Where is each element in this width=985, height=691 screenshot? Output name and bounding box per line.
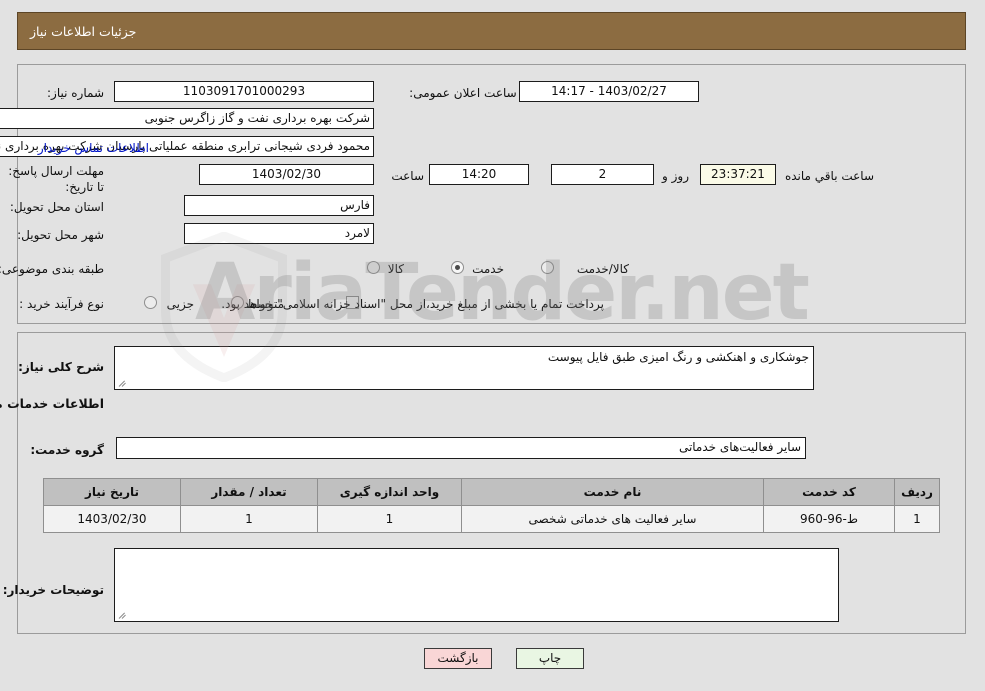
buyer-org-field[interactable]: شرکت بهره برداری نفت و گاز زاگرس جنوبی: [0, 108, 375, 129]
label-category-khedmat: خدمت: [473, 262, 505, 276]
table-header-row: ردیف کد خدمت نام خدمت واحد اندازه گیری ت…: [44, 478, 941, 506]
label-process-jozi: جزیی: [167, 297, 195, 311]
print-button[interactable]: چاپ: [517, 648, 585, 669]
countdown-timer-field: 23:37:21: [701, 164, 777, 185]
radio-category-khedmat[interactable]: [452, 261, 465, 274]
label-treasury-bond: پرداخت تمام یا بخشی از مبلغ خرید،از محل …: [222, 297, 605, 311]
general-desc-textarea[interactable]: جوشکاری و اهنکشی و رنگ امیزی طبق فایل پی…: [115, 346, 815, 390]
radio-process-jozi[interactable]: [145, 296, 158, 309]
label-process-type: نوع فرآیند خرید :: [20, 297, 105, 311]
label-service-group: گروه خدمت:: [31, 443, 105, 457]
th-row-no: ردیف: [895, 478, 941, 506]
cell-service-name: سایر فعالیت های خدماتی شخصی: [462, 505, 765, 533]
label-hour: ساعت: [392, 169, 425, 183]
radio-category-kala-khedmat[interactable]: [542, 261, 555, 274]
back-button[interactable]: بازگشت: [425, 648, 493, 669]
th-quantity: تعداد / مقدار: [181, 478, 319, 506]
label-buyer-notes: توضیحات خریدار:: [3, 583, 105, 597]
label-category-kala: کالا: [388, 262, 405, 276]
th-need-date: تاریخ نیاز: [44, 478, 182, 506]
label-city: شهر محل تحویل:: [18, 228, 105, 242]
deadline-hour-field[interactable]: 14:20: [430, 164, 530, 185]
label-days-and: روز و: [663, 169, 690, 183]
resize-grip-icon[interactable]: [119, 378, 129, 388]
label-general-desc: شرح کلی نیاز:: [19, 360, 105, 374]
buyer-contact-link[interactable]: اطلاعات تماس خریدار: [39, 141, 150, 155]
page-title: جزئیات اطلاعات نیاز: [31, 23, 138, 39]
service-group-field[interactable]: سایر فعالیت‌های خدماتی: [117, 437, 807, 459]
label-category-kala-khedmat: کالا/خدمت: [577, 262, 630, 276]
cell-need-date: 1403/02/30: [44, 505, 182, 533]
table-row: 1 ط-96-960 سایر فعالیت های خدماتی شخصی 1…: [44, 505, 941, 533]
service-group-text: سایر فعالیت‌های خدماتی: [679, 440, 802, 454]
resize-grip-icon[interactable]: [119, 610, 129, 620]
buyer-notes-textarea[interactable]: [115, 548, 840, 622]
cell-service-code: ط-96-960: [764, 505, 896, 533]
services-table: ردیف کد خدمت نام خدمت واحد اندازه گیری ت…: [44, 478, 941, 533]
announce-datetime-field[interactable]: 1403/02/27 - 14:17: [520, 81, 700, 102]
th-service-code: کد خدمت: [764, 478, 896, 506]
label-need-number: شماره نیاز:: [48, 86, 105, 100]
city-field[interactable]: لامرد: [185, 223, 375, 244]
label-deadline: مهلت ارسال پاسخ: تا تاریخ:: [9, 164, 105, 194]
need-number-field[interactable]: 1103091701000293: [115, 81, 375, 102]
need-summary-panel: [18, 64, 967, 324]
label-province: استان محل تحویل:: [10, 200, 105, 214]
cell-quantity: 1: [181, 505, 319, 533]
province-field[interactable]: فارس: [185, 195, 375, 216]
th-unit: واحد اندازه گیری: [318, 478, 463, 506]
days-left-field[interactable]: 2: [552, 164, 655, 185]
cell-row-no: 1: [895, 505, 941, 533]
cell-unit: 1: [318, 505, 463, 533]
th-service-name: نام خدمت: [462, 478, 765, 506]
radio-category-kala[interactable]: [368, 261, 381, 274]
label-category: طبقه بندی موضوعی:: [0, 262, 105, 276]
general-desc-text: جوشکاری و اهنکشی و رنگ امیزی طبق فایل پی…: [548, 350, 810, 364]
services-section-heading: اطلاعات خدمات مورد نیاز: [0, 396, 105, 411]
page-header: جزئیات اطلاعات نیاز: [18, 12, 967, 50]
deadline-date-field[interactable]: 1403/02/30: [200, 164, 375, 185]
label-hours-remaining: ساعت باقي مانده: [785, 169, 875, 183]
